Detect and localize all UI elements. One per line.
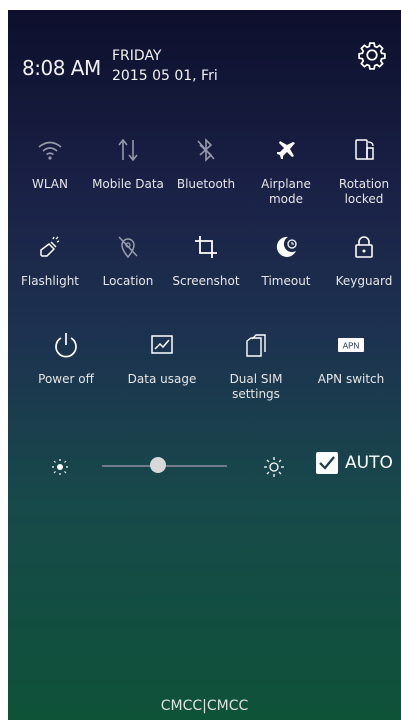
- tile-label: Flashlight: [20, 274, 80, 288]
- crop-icon: [195, 236, 217, 258]
- tile-label: WLAN: [31, 177, 68, 191]
- power-icon: [55, 333, 77, 358]
- tile-mobile-data[interactable]: Mobile Data: [88, 135, 168, 192]
- tile-label: Timeout: [261, 274, 311, 288]
- location-icon: [118, 236, 138, 259]
- settings-gear-icon[interactable]: [357, 40, 387, 70]
- tile-label: Data usage: [127, 372, 197, 386]
- rotation-lock-icon: [355, 139, 374, 160]
- tile-data-usage[interactable]: Data usage: [122, 330, 202, 387]
- tile-label: Screenshot: [172, 274, 240, 288]
- flashlight-icon: [40, 236, 60, 257]
- tile-wlan[interactable]: WLAN: [10, 135, 90, 192]
- tile-dual-sim-settings[interactable]: Dual SIM settings: [216, 330, 296, 402]
- bluetooth-icon: [197, 138, 215, 162]
- tile-label: Power off: [38, 372, 94, 386]
- airplane-icon: [277, 141, 295, 159]
- tile-label: Airplane mode: [261, 177, 311, 206]
- brightness-slider-thumb[interactable]: [150, 457, 167, 473]
- tile-label: Location: [102, 274, 154, 288]
- tile-bluetooth[interactable]: Bluetooth: [166, 135, 246, 192]
- tile-keyguard[interactable]: Keyguard: [324, 232, 401, 289]
- tile-label: Bluetooth: [176, 177, 236, 191]
- tile-label: Keyguard: [335, 274, 393, 288]
- tile-label: Rotation locked: [338, 177, 390, 206]
- apn-badge-text: APN: [343, 342, 360, 351]
- data-usage-icon: [151, 335, 173, 354]
- mobile-data-icon: [118, 138, 138, 162]
- carrier-label: CMCC|CMCC: [160, 698, 249, 714]
- checkmark-icon: [319, 456, 335, 470]
- brightness-control: AUTO: [8, 450, 401, 490]
- quick-settings-panel: 8:08 AM FRIDAY 2015 05 01, Fri WLAN Mobi…: [8, 10, 401, 720]
- tile-power-off[interactable]: Power off: [26, 330, 106, 387]
- tile-location[interactable]: Location: [88, 232, 168, 289]
- date: 2015 05 01, Fri: [112, 68, 218, 84]
- brightness-low-icon: [52, 459, 68, 475]
- timeout-icon: [276, 236, 297, 257]
- clock: 8:08 AM: [22, 56, 101, 80]
- brightness-high-icon: [264, 457, 284, 477]
- lock-icon: [355, 236, 373, 258]
- dual-sim-icon: [246, 334, 266, 357]
- tile-label: Dual SIM settings: [229, 372, 283, 401]
- tile-label: Mobile Data: [92, 177, 164, 191]
- tile-timeout[interactable]: Timeout: [246, 232, 326, 289]
- tile-rotation-locked[interactable]: Rotation locked: [324, 135, 401, 207]
- apn-icon: APN: [338, 338, 364, 352]
- tile-flashlight[interactable]: Flashlight: [10, 232, 90, 289]
- status-header: 8:08 AM FRIDAY 2015 05 01, Fri: [8, 10, 401, 110]
- tile-airplane-mode[interactable]: Airplane mode: [246, 135, 326, 207]
- auto-brightness-checkbox[interactable]: [316, 452, 338, 474]
- auto-brightness-label: AUTO: [345, 453, 393, 473]
- tile-apn-switch[interactable]: APN APN switch: [311, 330, 391, 387]
- tile-screenshot[interactable]: Screenshot: [166, 232, 246, 289]
- weekday: FRIDAY: [112, 48, 162, 64]
- wifi-icon: [38, 141, 62, 160]
- tile-label: APN switch: [317, 372, 385, 386]
